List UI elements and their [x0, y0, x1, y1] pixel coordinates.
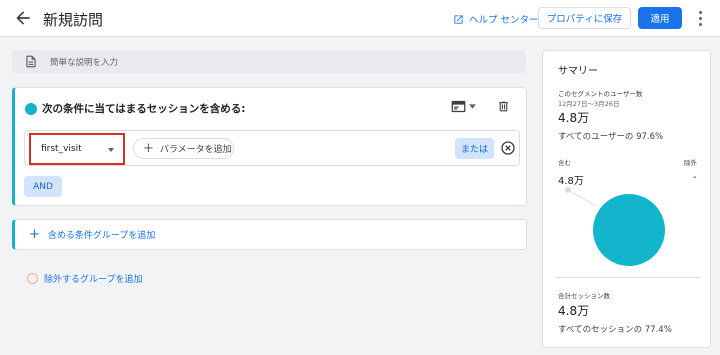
- chevron-down-icon: [469, 104, 476, 109]
- segment-users-percent: すべてのユーザーの 97.6%: [558, 132, 664, 142]
- dropdown-caret-icon: [108, 148, 114, 152]
- include-circle: [593, 194, 665, 266]
- summary-divider: [555, 277, 701, 278]
- event-select-value: first_visit: [41, 144, 82, 154]
- include-value: 4.8万: [558, 176, 584, 187]
- help-center-link[interactable]: ヘルプ センター: [453, 12, 539, 26]
- exclude-ring-icon: [27, 273, 38, 284]
- sessions-percent: すべてのセッションの 77.4%: [558, 325, 672, 335]
- include-label: 含む: [558, 159, 571, 167]
- add-exclude-group-label: 除外するグループを追加: [44, 275, 143, 285]
- delete-icon[interactable]: [497, 99, 510, 114]
- include-exclude-chart: [565, 187, 665, 266]
- save-to-property-button[interactable]: プロパティに保存: [538, 7, 631, 29]
- apply-button[interactable]: 適用: [638, 7, 682, 29]
- add-include-group-button[interactable]: + 含める条件グループを追加: [12, 219, 527, 250]
- event-select[interactable]: first_visit: [29, 133, 125, 165]
- more-vert-icon[interactable]: [695, 9, 705, 27]
- and-button[interactable]: AND: [24, 176, 62, 197]
- document-icon: [26, 55, 36, 68]
- help-center-label: ヘルプ センター: [469, 15, 539, 26]
- segment-users-value: 4.8万: [558, 111, 590, 125]
- total-sessions-value: 4.8万: [558, 304, 590, 318]
- date-range: 12月27日～3月26日: [558, 100, 620, 108]
- exclude-value: -: [693, 172, 697, 183]
- add-parameter-button[interactable]: + パラメータを追加: [133, 138, 234, 159]
- exclude-dot: [565, 187, 571, 193]
- condition-group-title: 次の条件に当てはまるセッションを含める:: [42, 103, 246, 115]
- description-placeholder: 簡単な説明を入力: [50, 58, 119, 68]
- include-condition-group: 次の条件に当てはまるセッションを含める: first_visit + パラメータ…: [12, 87, 527, 206]
- add-exclude-group-button[interactable]: 除外するグループを追加: [27, 272, 142, 285]
- cancel-circle-icon[interactable]: [500, 140, 516, 156]
- plus-icon: +: [143, 141, 154, 156]
- exclude-label: 除外: [684, 159, 697, 167]
- total-sessions-label: 合計セッション数: [558, 292, 610, 300]
- page-title: 新規訪問: [43, 11, 104, 29]
- summary-title: サマリー: [558, 66, 598, 77]
- back-arrow-icon[interactable]: [13, 8, 33, 28]
- or-button[interactable]: または: [455, 138, 494, 159]
- add-include-group-label: 含める条件グループを追加: [47, 231, 156, 241]
- scope-selector[interactable]: [451, 100, 476, 113]
- chart-connector: [567, 189, 597, 207]
- summary-panel: サマリー このセグメントのユーザー数 12月27日～3月26日 4.8万 すべて…: [542, 50, 711, 348]
- description-field[interactable]: 簡単な説明を入力: [12, 50, 526, 73]
- condition-row: first_visit + パラメータを追加 または: [24, 130, 520, 166]
- external-link-icon: [454, 14, 463, 24]
- group-color-dot: [25, 103, 37, 115]
- add-parameter-label: パラメータを追加: [159, 145, 232, 155]
- segment-users-label: このセグメントのユーザー数: [558, 90, 643, 98]
- top-bar: 新規訪問 ヘルプ センター プロパティに保存 適用: [0, 0, 720, 37]
- plus-icon: +: [29, 227, 40, 242]
- card-view-icon: [451, 100, 466, 113]
